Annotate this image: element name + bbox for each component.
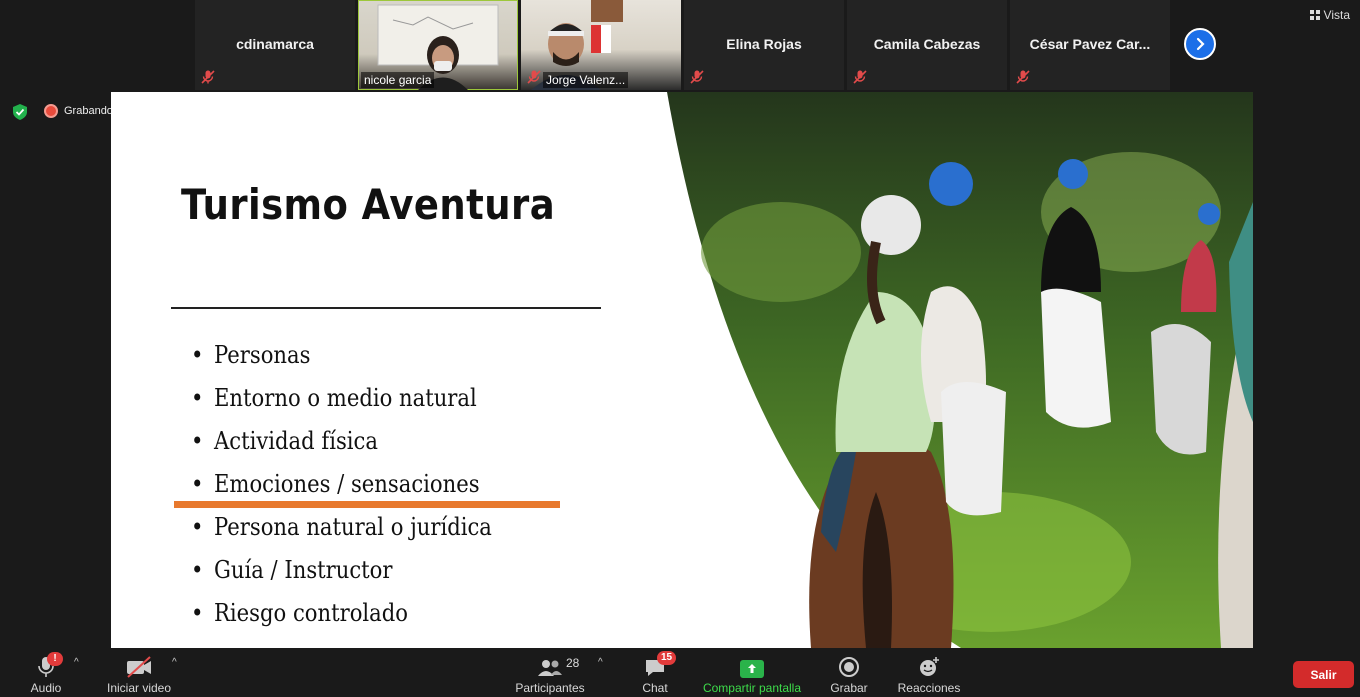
participants-count: 28 bbox=[566, 656, 580, 670]
bullet-item: Entorno o medio natural bbox=[191, 381, 492, 424]
participant-name: cdinamarca bbox=[236, 36, 314, 52]
reactions-button[interactable]: Reacciones bbox=[896, 649, 962, 697]
share-screen-button[interactable]: Compartir pantalla bbox=[700, 649, 804, 697]
participant-tile[interactable]: cdinamarca bbox=[195, 0, 355, 90]
video-off-icon bbox=[127, 656, 151, 678]
share-screen-icon bbox=[740, 660, 764, 678]
participant-name: Jorge Valenz... bbox=[543, 72, 629, 88]
chat-unread-badge: 15 bbox=[657, 651, 677, 665]
highlight-underline bbox=[174, 501, 560, 508]
meeting-toolbar: Audio ! ^ Iniciar video ^ Participantes … bbox=[0, 649, 1360, 697]
bullet-item: Personas bbox=[191, 338, 492, 381]
chat-label: Chat bbox=[642, 681, 668, 695]
bullet-item: Actividad física bbox=[191, 424, 492, 467]
participant-tile[interactable]: Elina Rojas bbox=[684, 0, 844, 90]
video-label: Iniciar video bbox=[106, 681, 172, 695]
reactions-icon bbox=[920, 657, 939, 676]
participant-tile[interactable]: nicole garcia bbox=[358, 0, 518, 90]
share-screen-label: Compartir pantalla bbox=[702, 681, 802, 695]
bullet-item: Riesgo controlado bbox=[191, 596, 492, 639]
mic-muted-icon bbox=[853, 70, 867, 84]
reactions-label: Reacciones bbox=[897, 681, 961, 695]
mic-muted-icon bbox=[1016, 70, 1030, 84]
mic-muted-icon bbox=[527, 70, 541, 84]
participant-name: nicole garcia bbox=[361, 72, 435, 88]
audio-options-caret[interactable]: ^ bbox=[74, 657, 79, 668]
video-options-caret[interactable]: ^ bbox=[172, 657, 177, 668]
participant-name: César Pavez Car... bbox=[1029, 36, 1151, 52]
participant-name: Camila Cabezas bbox=[873, 36, 981, 52]
participants-label: Participantes bbox=[515, 681, 585, 695]
slide-bullet-list: Personas Entorno o medio natural Activid… bbox=[191, 338, 533, 639]
leave-meeting-button[interactable]: Salir bbox=[1293, 661, 1354, 688]
participant-name: Elina Rojas bbox=[726, 36, 802, 52]
view-button[interactable]: Vista bbox=[1309, 8, 1350, 22]
audio-label: Audio bbox=[30, 681, 62, 695]
record-button[interactable]: Grabar bbox=[826, 649, 872, 697]
chevron-right-icon bbox=[1196, 37, 1205, 51]
mic-muted-icon bbox=[690, 70, 704, 84]
participants-icon bbox=[538, 660, 562, 676]
recording-label: Grabando bbox=[64, 105, 113, 117]
participants-options-caret[interactable]: ^ bbox=[598, 657, 603, 668]
security-shield-icon[interactable] bbox=[11, 103, 29, 121]
next-participants-button[interactable] bbox=[1184, 28, 1216, 60]
record-label: Grabar bbox=[830, 681, 868, 695]
bullet-item: Guía / Instructor bbox=[191, 553, 492, 596]
grid-icon bbox=[1309, 10, 1320, 20]
title-divider bbox=[171, 307, 601, 309]
audio-warning-badge: ! bbox=[47, 652, 63, 666]
recording-dot-icon bbox=[44, 104, 58, 118]
shared-slide: Turismo Aventura Personas Entorno o medi… bbox=[111, 92, 1253, 648]
participant-tile[interactable]: Jorge Valenz... bbox=[521, 0, 681, 90]
slide-title: Turismo Aventura bbox=[181, 180, 556, 229]
record-icon bbox=[839, 657, 859, 677]
participant-tile[interactable]: César Pavez Car... bbox=[1010, 0, 1170, 90]
bullet-item: Persona natural o jurídica bbox=[191, 510, 492, 553]
participant-tile[interactable]: Camila Cabezas bbox=[847, 0, 1007, 90]
recording-indicator[interactable]: Grabando bbox=[44, 104, 113, 118]
mic-muted-icon bbox=[201, 70, 215, 84]
participant-strip: cdinamarca nicole garcia Jorge Valenz...… bbox=[195, 0, 1170, 90]
view-label: Vista bbox=[1323, 8, 1350, 22]
horse-riding-photo bbox=[667, 92, 1253, 648]
start-video-button[interactable]: Iniciar video bbox=[100, 649, 178, 697]
